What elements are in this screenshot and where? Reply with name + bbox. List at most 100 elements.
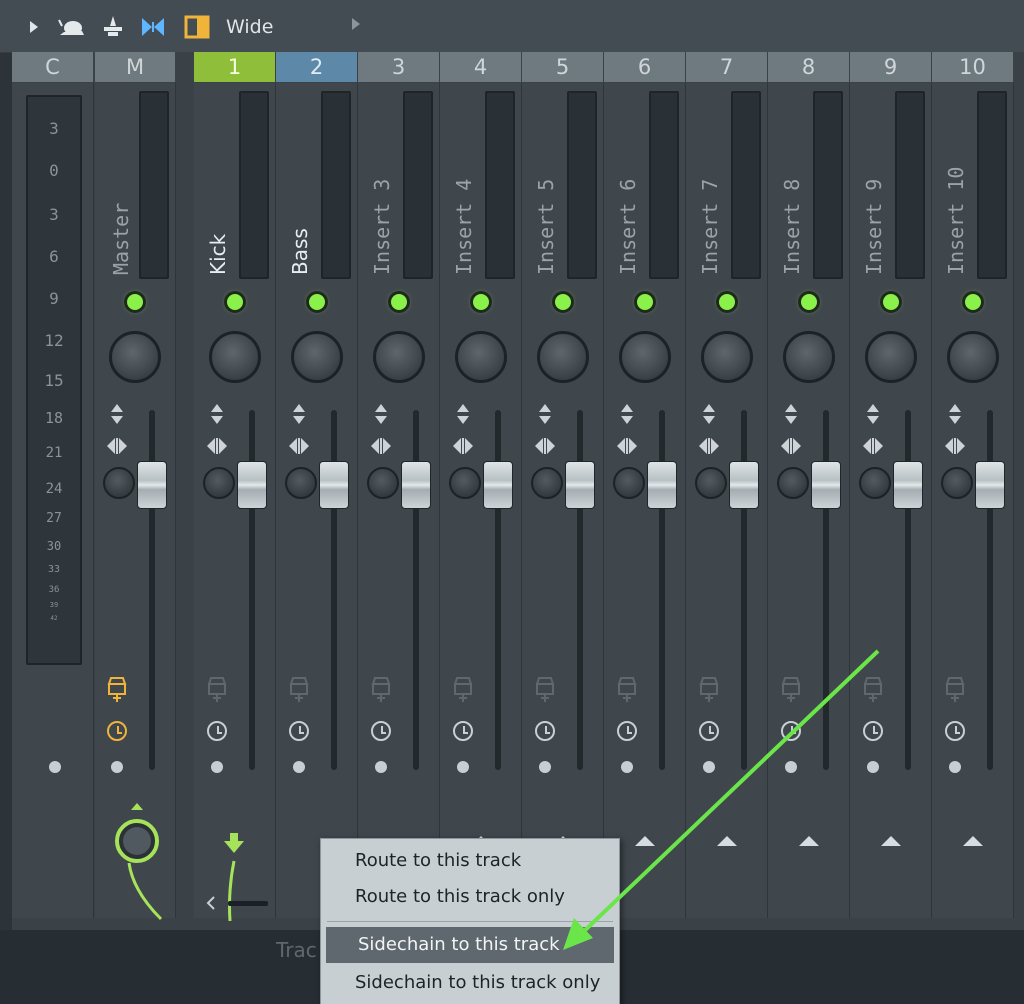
track-name-label[interactable]: Insert 5 — [534, 179, 558, 275]
swap-channels-icon[interactable] — [452, 436, 474, 456]
dropdown-arrow-icon[interactable] — [352, 18, 360, 30]
snail-icon[interactable] — [56, 14, 88, 40]
swap-channels-icon[interactable] — [780, 436, 802, 456]
record-disk-icon[interactable] — [615, 676, 639, 704]
mute-led-button[interactable] — [636, 294, 653, 310]
track-select-dot[interactable] — [538, 761, 551, 773]
track-select-dot[interactable] — [456, 761, 469, 773]
menu-item-sidechain-to-this-track-only[interactable]: Sidechain to this track only — [321, 965, 619, 1001]
track-select-dot[interactable] — [111, 761, 123, 773]
menu-item-route-to-this-track[interactable]: Route to this track — [321, 843, 619, 879]
swap-channels-icon[interactable] — [862, 436, 884, 456]
pan-knob[interactable] — [618, 331, 671, 383]
route-up-arrow-icon[interactable] — [716, 836, 737, 846]
play-arrow-icon[interactable] — [22, 14, 48, 40]
swap-channels-icon[interactable] — [288, 436, 310, 456]
track-name-label[interactable]: Kick — [206, 234, 230, 275]
insert-header-3[interactable]: 3 — [358, 52, 439, 82]
track-name-label[interactable]: Bass — [288, 228, 312, 275]
stereo-knob[interactable] — [694, 467, 727, 499]
track-name-label[interactable]: Insert 3 — [370, 179, 394, 275]
stereo-knob[interactable] — [776, 467, 809, 499]
volume-fader-handle[interactable] — [564, 461, 595, 509]
current-track-header[interactable]: C — [12, 52, 93, 82]
insert-header-1[interactable]: 1 — [194, 52, 275, 82]
pan-knob[interactable] — [290, 331, 343, 383]
volume-fader-handle[interactable] — [728, 461, 759, 509]
track-name-label[interactable]: Master — [109, 203, 133, 275]
latency-clock-icon[interactable] — [862, 721, 883, 741]
pan-knob[interactable] — [946, 331, 999, 383]
mute-led-button[interactable] — [127, 294, 143, 310]
stereo-separation-arrows-icon[interactable] — [702, 403, 716, 425]
stereo-separation-arrows-icon[interactable] — [620, 403, 634, 425]
track-select-dot[interactable] — [702, 761, 715, 773]
record-disk-icon[interactable] — [105, 676, 129, 704]
record-disk-icon[interactable] — [369, 676, 393, 704]
menu-item-route-to-this-track-only[interactable]: Route to this track only — [321, 879, 619, 915]
stereo-separation-arrows-icon[interactable] — [784, 403, 798, 425]
mute-led-button[interactable] — [882, 294, 899, 310]
pan-knob[interactable] — [454, 331, 507, 383]
swap-channels-icon[interactable] — [534, 436, 556, 456]
insert-header-5[interactable]: 5 — [522, 52, 603, 82]
stereo-knob[interactable] — [284, 467, 317, 499]
track-select-dot[interactable] — [784, 761, 797, 773]
record-disk-icon[interactable] — [533, 676, 557, 704]
track-select-dot[interactable] — [866, 761, 879, 773]
latency-clock-icon[interactable] — [698, 721, 719, 741]
stereo-separation-arrows-icon[interactable] — [456, 403, 470, 425]
track-select-dot[interactable] — [374, 761, 387, 773]
track-select-dot[interactable] — [292, 761, 305, 773]
stereo-separation-arrows-icon[interactable] — [374, 403, 388, 425]
record-disk-icon[interactable] — [779, 676, 803, 704]
stamp-icon[interactable] — [100, 14, 126, 40]
latency-clock-icon[interactable] — [780, 721, 801, 741]
track-select-dot[interactable] — [210, 761, 223, 773]
track-name-label[interactable]: Insert 9 — [862, 179, 886, 275]
track-name-label[interactable]: Insert 4 — [452, 179, 476, 275]
record-disk-icon[interactable] — [287, 676, 311, 704]
volume-fader-handle[interactable] — [646, 461, 677, 509]
stereo-knob[interactable] — [448, 467, 481, 499]
master-send-knob[interactable] — [103, 801, 173, 921]
mute-led-button[interactable] — [472, 294, 489, 310]
insert-header-6[interactable]: 6 — [604, 52, 685, 82]
latency-clock-icon[interactable] — [288, 721, 309, 741]
latency-clock-icon[interactable] — [206, 721, 227, 741]
mute-led-button[interactable] — [554, 294, 571, 310]
volume-fader-handle[interactable] — [318, 461, 349, 509]
route-up-arrow-icon[interactable] — [634, 836, 655, 846]
track-name-label[interactable]: Insert 8 — [780, 179, 804, 275]
pan-knob[interactable] — [109, 331, 161, 383]
window-layout-icon[interactable] — [184, 14, 210, 40]
route-up-arrow-icon[interactable] — [798, 836, 819, 846]
track-dot[interactable] — [49, 761, 61, 773]
pan-knob[interactable] — [536, 331, 589, 383]
stereo-knob[interactable] — [366, 467, 399, 499]
insert-header-9[interactable]: 9 — [850, 52, 931, 82]
record-disk-icon[interactable] — [205, 676, 229, 704]
swap-channels-icon[interactable] — [106, 436, 128, 456]
volume-fader-handle[interactable] — [400, 461, 431, 509]
swap-channels-icon[interactable] — [370, 436, 392, 456]
volume-fader-handle[interactable] — [810, 461, 841, 509]
swap-channels-icon[interactable] — [616, 436, 638, 456]
mute-led-button[interactable] — [800, 294, 817, 310]
stereo-separation-arrows-icon[interactable] — [948, 403, 962, 425]
stereo-knob[interactable] — [858, 467, 891, 499]
insert-header-7[interactable]: 7 — [686, 52, 767, 82]
volume-fader-handle[interactable] — [974, 461, 1005, 509]
pan-knob[interactable] — [372, 331, 425, 383]
stereo-separation-arrows-icon[interactable] — [110, 403, 124, 425]
swap-channels-icon[interactable] — [206, 436, 228, 456]
mute-led-button[interactable] — [308, 294, 325, 310]
pan-knob[interactable] — [782, 331, 835, 383]
stereo-knob[interactable] — [202, 467, 235, 499]
pan-knob[interactable] — [864, 331, 917, 383]
swap-channels-icon[interactable] — [698, 436, 720, 456]
route-up-arrow-icon[interactable] — [962, 836, 983, 846]
view-mode-label[interactable]: Wide — [226, 16, 273, 38]
latency-clock-icon[interactable] — [616, 721, 637, 741]
insert-header-2[interactable]: 2 — [276, 52, 357, 82]
